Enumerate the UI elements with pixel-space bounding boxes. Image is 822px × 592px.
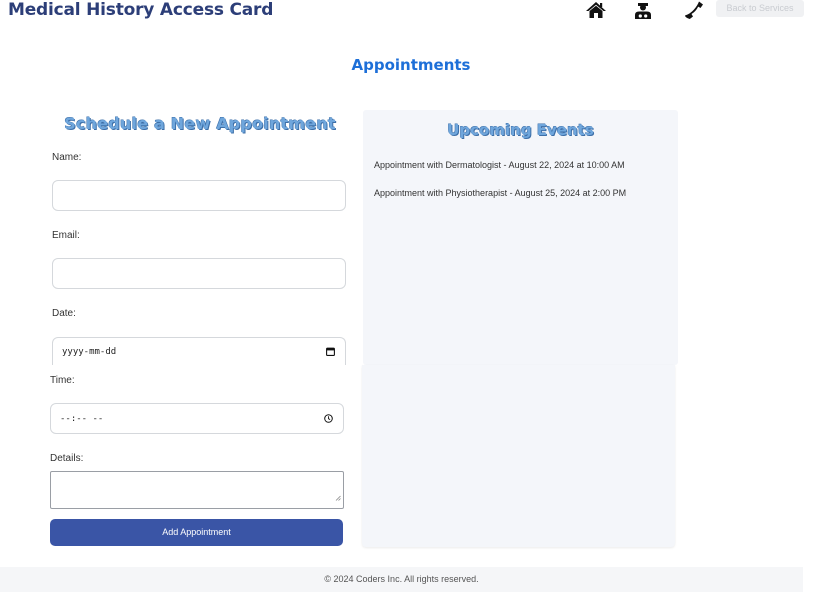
add-appointment-button[interactable]: Add Appointment <box>50 519 343 546</box>
back-to-services-button[interactable]: Back to Services <box>716 0 804 17</box>
upcoming-events-panel <box>363 110 678 365</box>
name-label: Name: <box>52 152 82 163</box>
name-input[interactable] <box>52 180 346 211</box>
upcoming-events-panel-lower <box>362 365 675 547</box>
event-item: Appointment with Physiotherapist - Augus… <box>374 188 627 198</box>
clock-icon[interactable] <box>324 410 333 428</box>
doctor-icon[interactable] <box>633 0 655 20</box>
footer: © 2024 Coders Inc. All rights reserved. <box>0 567 803 592</box>
time-label: Time: <box>50 375 75 386</box>
details-textarea[interactable] <box>50 471 344 509</box>
email-input[interactable] <box>52 258 346 289</box>
header: Medical History Access Card Back to Serv… <box>0 0 822 24</box>
event-item: Appointment with Dermatologist - August … <box>374 160 625 170</box>
resize-handle-icon[interactable] <box>335 488 341 506</box>
footer-copyright: © 2024 Coders Inc. All rights reserved. <box>324 574 479 584</box>
details-label: Details: <box>50 453 84 464</box>
app-title: Medical History Access Card <box>8 0 274 20</box>
phone-icon[interactable] <box>683 0 705 20</box>
time-input[interactable]: --:-- -- <box>50 403 344 434</box>
home-icon[interactable] <box>585 0 607 20</box>
date-value: yyyy-mm-dd <box>62 347 117 357</box>
time-value: --:-- -- <box>60 413 104 424</box>
upcoming-events-title: Upcoming Events <box>447 121 594 139</box>
calendar-icon[interactable] <box>326 343 335 361</box>
date-label: Date: <box>52 308 76 319</box>
page-title: Appointments <box>351 56 471 74</box>
date-input[interactable]: yyyy-mm-dd <box>52 337 346 365</box>
form-title: Schedule a New Appointment <box>64 114 336 133</box>
email-label: Email: <box>52 230 80 241</box>
